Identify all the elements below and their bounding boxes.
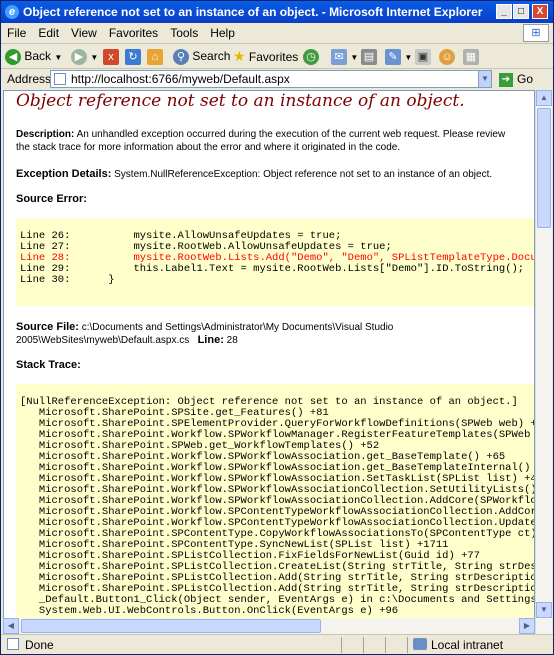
toolbar: ◀ Back ▼ ▶ ▼ x ↻ ⌂ ⚲ Search ★ Favorites …	[1, 44, 553, 69]
source-line-code: this.Label1.Text = mysite.RootWeb.Lists[…	[83, 263, 525, 275]
source-line: Line 30: }	[20, 274, 534, 286]
source-line-number: Line 30:	[20, 274, 71, 286]
favorites-button[interactable]: ★ Favorites	[233, 46, 298, 66]
address-label: Address	[7, 72, 52, 86]
scroll-up-icon[interactable]: ▲	[536, 90, 552, 106]
maximize-button[interactable]: □	[513, 4, 529, 19]
ie-logo-icon: e	[5, 5, 19, 19]
description-block: Description: An unhandled exception occu…	[16, 128, 516, 154]
source-file-label: Source File:	[16, 321, 79, 333]
menu-tools[interactable]: Tools	[164, 23, 204, 43]
line-number: 28	[226, 335, 238, 346]
status-text: Done	[25, 638, 54, 652]
horizontal-scrollbar[interactable]: ◀ ▶	[3, 618, 535, 634]
description-text: An unhandled exception occurred during t…	[16, 129, 506, 153]
menu-view[interactable]: View	[65, 23, 103, 43]
stack-trace-heading: Stack Trace:	[16, 359, 81, 371]
forward-arrow-icon: ▶	[71, 48, 87, 65]
status-bar: Done Local intranet	[1, 634, 553, 655]
edit-button[interactable]: ✎ ▼	[385, 46, 412, 66]
source-file-block: Source File: c:\Documents and Settings\A…	[16, 321, 526, 347]
chevron-down-icon: ▼	[90, 53, 99, 62]
print-button[interactable]: ▤	[361, 46, 377, 66]
source-line-code: }	[83, 274, 115, 286]
history-button[interactable]: ◷	[303, 46, 319, 66]
research-icon: ▦	[463, 48, 479, 65]
search-button[interactable]: ⚲ Search	[173, 46, 230, 66]
line-label: Line:	[197, 334, 224, 346]
discuss-button[interactable]: ▣	[415, 46, 431, 66]
ie-window: e Object reference not set to an instanc…	[0, 0, 554, 655]
menu-bar: File Edit View Favorites Tools Help ⊞	[1, 23, 553, 44]
scroll-thumb[interactable]	[537, 108, 551, 228]
title-bar: e Object reference not set to an instanc…	[1, 1, 553, 23]
zone-text: Local intranet	[431, 638, 504, 652]
messenger-button[interactable]: ☺	[439, 46, 455, 66]
messenger-icon: ☺	[439, 48, 455, 65]
menu-edit[interactable]: Edit	[32, 23, 65, 43]
address-bar: Address http://localhost:6766/myweb/Defa…	[1, 68, 553, 90]
mail-icon: ✉	[331, 48, 347, 65]
menu-help[interactable]: Help	[204, 23, 241, 43]
back-button[interactable]: ◀ Back ▼	[5, 46, 62, 66]
address-dropdown-icon[interactable]: ▼	[478, 70, 492, 88]
back-arrow-icon: ◀	[5, 48, 21, 65]
home-button[interactable]: ⌂	[147, 46, 163, 66]
source-error-heading: Source Error:	[16, 193, 87, 205]
status-separator	[385, 637, 386, 653]
menu-file[interactable]: File	[1, 23, 32, 43]
search-label: Search	[192, 49, 231, 63]
status-separator	[341, 637, 342, 653]
vertical-scrollbar[interactable]: ▲ ▼	[535, 90, 552, 634]
edit-icon: ✎	[385, 48, 401, 65]
status-separator	[363, 637, 364, 653]
chevron-down-icon: ▼	[350, 53, 359, 62]
page-done-icon	[7, 638, 19, 650]
source-error-box: Line 26: mysite.AllowUnsafeUpdates = tru…	[16, 218, 534, 306]
stop-icon: x	[103, 48, 119, 65]
windows-logo-icon: ⊞	[523, 24, 549, 42]
star-icon: ★	[233, 48, 246, 64]
error-title: Object reference not set to an instance …	[16, 91, 465, 111]
discuss-icon: ▣	[415, 48, 431, 65]
go-button[interactable]: ➔ Go	[499, 71, 549, 87]
print-icon: ▤	[361, 48, 377, 65]
chevron-down-icon: ▼	[404, 53, 413, 62]
stop-button[interactable]: x	[103, 46, 119, 66]
page-content: Object reference not set to an instance …	[3, 90, 535, 634]
h-scroll-thumb[interactable]	[21, 619, 321, 633]
search-icon: ⚲	[173, 48, 189, 65]
exception-text: System.NullReferenceException: Object re…	[114, 169, 493, 180]
status-separator	[407, 637, 408, 653]
address-input[interactable]: http://localhost:6766/myweb/Default.aspx	[50, 70, 492, 88]
back-label: Back	[24, 49, 52, 63]
mail-button[interactable]: ✉ ▼	[331, 46, 358, 66]
research-button[interactable]: ▦	[463, 46, 479, 66]
forward-button[interactable]: ▶ ▼	[71, 46, 98, 66]
chevron-down-icon: ▼	[54, 53, 63, 62]
description-label: Description:	[16, 129, 75, 140]
home-icon: ⌂	[147, 48, 163, 65]
scroll-down-icon[interactable]: ▼	[536, 602, 552, 618]
menu-favorites[interactable]: Favorites	[103, 23, 164, 43]
window-title: Object reference not set to an instance …	[23, 5, 483, 19]
go-label: Go	[517, 72, 534, 86]
history-icon: ◷	[303, 48, 319, 65]
minimize-button[interactable]: _	[496, 4, 512, 19]
refresh-icon: ↻	[125, 48, 141, 65]
stack-trace-box: [NullReferenceException: Object referenc…	[16, 384, 534, 633]
scroll-right-icon[interactable]: ▶	[519, 618, 535, 634]
exception-label: Exception Details:	[16, 168, 112, 180]
close-button[interactable]: X	[532, 4, 548, 19]
intranet-icon	[413, 638, 427, 650]
stack-trace-line: System.Web.UI.WebControls.Button.OnClick…	[20, 605, 399, 617]
favorites-label: Favorites	[248, 50, 299, 64]
exception-block: Exception Details: System.NullReferenceE…	[16, 168, 526, 181]
address-url: http://localhost:6766/myweb/Default.aspx	[71, 72, 290, 86]
page-icon	[54, 73, 66, 85]
go-arrow-icon: ➔	[499, 72, 513, 87]
refresh-button[interactable]: ↻	[125, 46, 141, 66]
scroll-left-icon[interactable]: ◀	[3, 618, 19, 634]
